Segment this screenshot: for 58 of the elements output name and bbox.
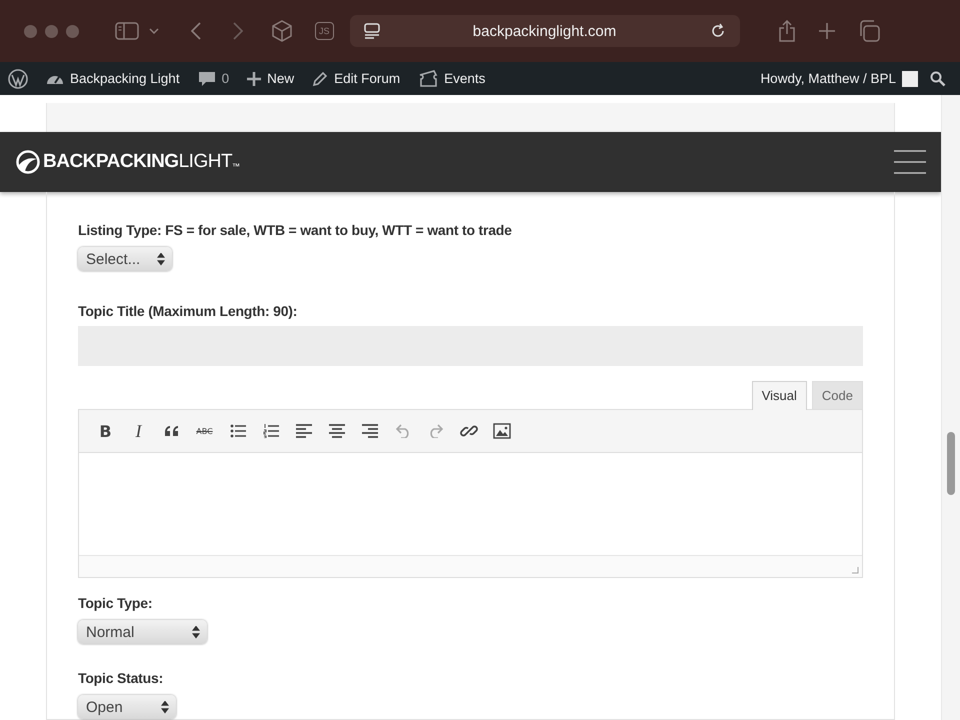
select-arrows-icon <box>161 700 169 714</box>
redo-icon <box>428 424 444 438</box>
events-link[interactable]: Events <box>418 70 486 88</box>
image-icon <box>492 423 510 439</box>
bold-button[interactable]: B <box>89 416 122 446</box>
editor-tab[interactable]: Visual <box>752 381 807 410</box>
tabs-overview-icon[interactable] <box>858 20 880 42</box>
field-label: Listing Type: FS = for sale, WTB = want to buy, WTT = want to trade <box>78 222 513 238</box>
site-name-link[interactable]: Backpacking Light <box>46 70 180 86</box>
select-arrows-icon <box>192 626 200 638</box>
share-icon[interactable] <box>778 20 796 42</box>
reload-icon[interactable] <box>710 23 726 39</box>
url-text: backpackinglight.com <box>472 22 618 40</box>
numbered-list-icon <box>262 424 278 438</box>
resize-handle-icon[interactable] <box>851 566 859 574</box>
quote-icon <box>164 425 180 437</box>
forward-icon[interactable] <box>233 22 243 40</box>
align-center-icon <box>328 424 344 438</box>
align-left-icon <box>296 424 312 438</box>
sidebar-icon[interactable] <box>115 22 139 40</box>
plus-icon <box>247 72 262 86</box>
comment-icon <box>198 70 216 86</box>
window-control-icon[interactable] <box>45 24 58 38</box>
back-icon[interactable] <box>191 22 201 40</box>
undo-icon <box>394 424 410 438</box>
cube-icon[interactable] <box>271 20 293 42</box>
window-control-icon[interactable] <box>24 24 37 38</box>
search-icon[interactable] <box>930 70 946 86</box>
chevron-down-icon[interactable] <box>149 28 159 34</box>
italic-button[interactable]: I <box>122 416 155 446</box>
js-badge[interactable]: JS <box>315 22 334 40</box>
editor-tab[interactable]: Code <box>812 381 863 409</box>
topic-status-select[interactable]: Open <box>78 695 176 719</box>
select-arrows-icon <box>157 252 165 266</box>
page-menu-icon[interactable] <box>364 23 380 39</box>
strikethrough-button[interactable]: ABC <box>188 416 221 446</box>
window-control-icon[interactable] <box>66 24 79 38</box>
scrollbar[interactable] <box>941 95 960 720</box>
bulleted-list-icon <box>230 424 246 438</box>
avatar-icon <box>902 70 918 86</box>
address-bar[interactable]: backpackinglight.com <box>350 15 740 47</box>
listing-type-select[interactable]: Select... <box>78 247 172 271</box>
field-label: Topic Title (Maximum Length: 90): <box>78 303 298 319</box>
field-label: Topic Type: <box>78 595 154 611</box>
edit-forum-link[interactable]: Edit Forum <box>312 70 400 86</box>
comments-link[interactable]: 0 <box>198 70 230 86</box>
align-right-icon <box>362 424 378 438</box>
scrollbar-thumb[interactable] <box>947 432 955 495</box>
ticket-icon <box>418 70 438 88</box>
logo-mark-icon <box>16 150 40 174</box>
new-link[interactable]: New <box>247 71 294 86</box>
account-link[interactable]: Howdy, Matthew / BPL <box>760 70 918 86</box>
field-label: Topic Status: <box>78 670 164 686</box>
pencil-icon <box>312 70 328 86</box>
plus-icon[interactable] <box>818 22 836 40</box>
wordpress-logo-icon[interactable] <box>8 68 28 88</box>
menu-icon[interactable] <box>894 150 926 174</box>
topic-type-select[interactable]: Normal <box>78 620 207 644</box>
